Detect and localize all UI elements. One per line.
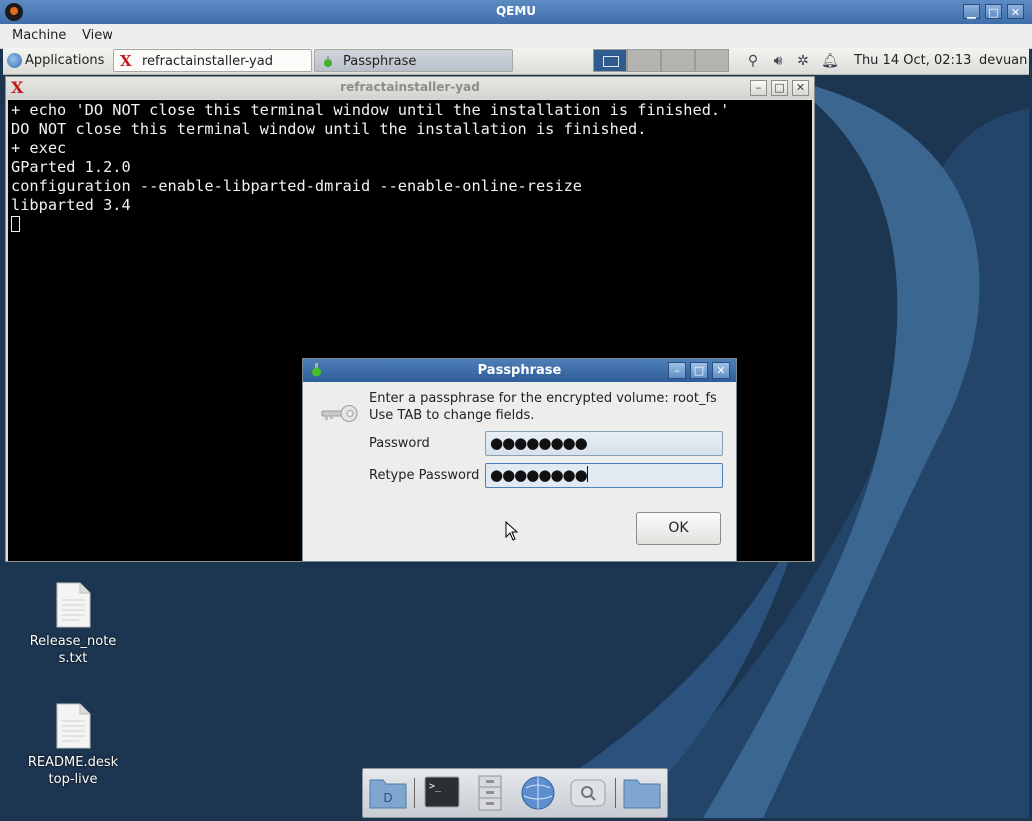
terminal-line: GParted 1.2.0 — [11, 158, 131, 176]
key-icon — [321, 405, 358, 422]
mouse-pointer-icon — [505, 521, 519, 541]
file-manager-D-icon[interactable]: D — [368, 774, 408, 812]
menu-view[interactable]: View — [82, 28, 113, 43]
terminal-line: configuration --enable-libparted-dmraid … — [11, 177, 582, 195]
applications-icon — [7, 53, 22, 68]
password-label: Password — [369, 436, 430, 451]
taskbar-panel: Applications X refractainstaller-yad Pas… — [3, 48, 1029, 75]
workspace-2[interactable] — [627, 49, 661, 72]
passphrase-dialog: Passphrase – □ ✕ Enter a passphrase for … — [302, 358, 737, 562]
workspace-1[interactable] — [593, 49, 627, 72]
menu-machine[interactable]: Machine — [12, 28, 66, 43]
close-button[interactable]: ✕ — [1007, 4, 1024, 19]
network-icon[interactable]: ⚲ — [744, 52, 762, 70]
dock: D >_ — [362, 768, 668, 818]
desktop-icon-readme[interactable]: README.desk top-live — [23, 703, 123, 788]
notification-bell-icon[interactable]: 🔔︎ — [821, 52, 839, 70]
svg-text:D: D — [383, 791, 392, 805]
minimize-button[interactable]: ▁ — [963, 4, 980, 19]
password-field[interactable]: ●●●●●●●● — [485, 431, 723, 456]
task-label: refractainstaller-yad — [142, 54, 273, 69]
volume-icon[interactable]: 🔊︎ — [769, 52, 787, 70]
dialog-message: Enter a passphrase for the encrypted vol… — [369, 391, 717, 406]
terminal-line: + exec — [11, 139, 67, 157]
green-flask-icon — [324, 56, 332, 67]
retype-password-field[interactable]: ●●●●●●●● — [485, 463, 723, 488]
qemu-window-title: QEMU — [495, 4, 537, 18]
desktop-icon-label: s.txt — [58, 651, 88, 666]
retype-password-label: Retype Password — [369, 468, 480, 483]
maximize-button[interactable]: □ — [690, 362, 708, 379]
desktop-icon-label: Release_note — [29, 634, 117, 649]
text-caret — [586, 466, 588, 482]
text-file-icon — [56, 703, 91, 749]
ok-button[interactable]: OK — [636, 512, 721, 545]
close-button[interactable]: ✕ — [712, 362, 730, 379]
web-browser-icon[interactable] — [518, 774, 558, 812]
workspace-4[interactable] — [695, 49, 729, 72]
updates-icon[interactable]: ✲ — [794, 52, 812, 70]
terminal-cursor — [11, 216, 20, 232]
guest-screen: Applications X refractainstaller-yad Pas… — [3, 48, 1029, 818]
terminal-titlebar[interactable]: X refractainstaller-yad – □ ✕ — [6, 77, 814, 99]
workspace-3[interactable] — [661, 49, 695, 72]
search-icon[interactable] — [568, 774, 608, 812]
refracta-icon: X — [120, 52, 132, 70]
desktop-icon-label: README.desk — [27, 755, 119, 770]
desktop-icon-label: top-live — [48, 772, 98, 787]
terminal-line: DO NOT close this terminal window until … — [11, 120, 647, 138]
dock-separator — [615, 778, 616, 808]
desktop-icon-release-notes[interactable]: Release_note s.txt — [23, 582, 123, 667]
dialog-hint: Use TAB to change fields. — [369, 408, 535, 423]
minimize-button[interactable]: – — [750, 80, 767, 96]
filing-cabinet-icon[interactable] — [470, 774, 510, 812]
terminal-line: + echo 'DO NOT close this terminal windo… — [11, 101, 730, 119]
retype-password-value: ●●●●●●●● — [490, 466, 588, 484]
text-file-icon — [56, 582, 91, 628]
task-passphrase[interactable]: Passphrase — [314, 49, 513, 72]
applications-menu-button[interactable]: Applications — [5, 51, 104, 71]
maximize-button[interactable]: □ — [771, 80, 788, 96]
svg-text:>_: >_ — [429, 781, 442, 792]
clock[interactable]: Thu 14 Oct, 02:13 — [854, 53, 971, 68]
folder-icon[interactable] — [622, 774, 662, 812]
maximize-button[interactable]: □ — [985, 4, 1002, 19]
task-label: Passphrase — [343, 54, 417, 69]
terminal-line: libparted 3.4 — [11, 196, 131, 214]
task-refractainstaller[interactable]: X refractainstaller-yad — [113, 49, 312, 72]
minimize-button[interactable]: – — [668, 362, 686, 379]
username[interactable]: devuan — [979, 53, 1027, 68]
terminal-title: refractainstaller-yad — [340, 80, 480, 94]
terminal-icon[interactable]: >_ — [422, 774, 462, 812]
qemu-titlebar: QEMU ▁ □ ✕ — [0, 0, 1032, 24]
qemu-menubar: Machine View — [0, 24, 1032, 49]
dock-separator — [414, 778, 415, 808]
applications-label: Applications — [25, 53, 105, 68]
dialog-titlebar[interactable]: Passphrase – □ ✕ — [303, 359, 736, 382]
close-button[interactable]: ✕ — [792, 80, 809, 96]
